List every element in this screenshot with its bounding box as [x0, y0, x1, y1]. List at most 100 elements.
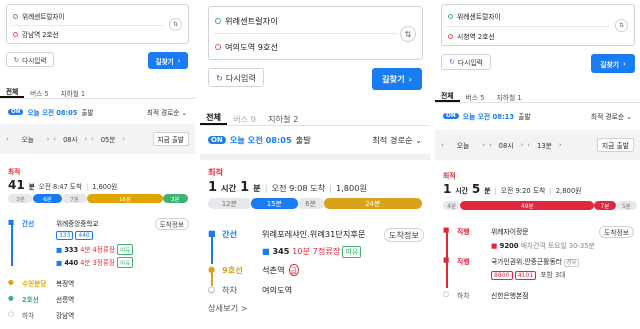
minute-select[interactable]: ‹ 05분 › — [91, 134, 125, 144]
route-panel-2: 위례센트럴자이 여의도역 9호선 ⇅ ↻ 다시입력 길찾기 › 전체 버스 0 지… — [200, 0, 430, 329]
alight-icon: ○ — [443, 290, 449, 298]
depart-now-button[interactable]: 지금 출발 — [152, 132, 189, 146]
segment-bus: 6분 — [33, 194, 62, 203]
bus-chip[interactable]: 8800 — [491, 271, 513, 280]
tab-bus[interactable]: 버스 5 — [460, 92, 491, 102]
crowd-badge: 여유 — [116, 244, 134, 255]
origin-text: 위례센트럴자이 — [225, 16, 278, 26]
hour-select[interactable]: ‹ 08시 › — [53, 134, 87, 144]
next-day-icon[interactable]: › — [482, 141, 485, 149]
chevron-down-icon: ⌄ — [626, 112, 632, 121]
on-badge[interactable]: ON — [443, 112, 459, 119]
bus-number: 345 — [272, 246, 290, 256]
reset-button[interactable]: ↻ 다시입력 — [208, 68, 264, 87]
search-route-button[interactable]: 길찾기 › — [591, 54, 635, 73]
departure-time: 오늘 오전 08:05 — [27, 109, 78, 117]
route-summary[interactable]: 최적 1 시간 1 분 | 오전 9:08 도착 | 1,800원 — [200, 166, 430, 195]
prev-day-icon[interactable]: ‹ — [6, 135, 9, 143]
sort-select[interactable]: 최적 경로순 ⌄ — [147, 107, 187, 117]
tab-all[interactable]: 전체 — [200, 111, 228, 125]
bus-eta: 4분 3정류장 — [80, 259, 115, 267]
search-route-button[interactable]: 길찾기 › — [372, 68, 422, 90]
prev-minute-icon[interactable]: ‹ — [91, 135, 94, 143]
tab-all[interactable]: 전체 — [0, 86, 25, 98]
fare: 1,800원 — [335, 183, 367, 193]
next-minute-icon[interactable]: › — [559, 141, 562, 149]
destination-dot-icon — [13, 31, 18, 37]
minute-select[interactable]: ‹ 13분 › — [527, 140, 561, 150]
destination-field[interactable]: 강남역 2호선 — [13, 28, 164, 40]
sort-select[interactable]: 최적 경로순 ⌄ — [372, 134, 422, 146]
hour-select[interactable]: ‹ 08시 › — [489, 140, 523, 150]
on-badge[interactable]: ON — [208, 136, 226, 144]
on-badge[interactable]: ON — [8, 109, 24, 115]
bus-eta: 10분 7정류장 — [292, 246, 341, 256]
leg-stop: 선릉역 — [56, 296, 75, 304]
transport-tabs: 전체 버스 0 지하철 2 — [200, 108, 430, 126]
tab-subway[interactable]: 지하철 1 — [491, 92, 528, 102]
search-route-label: 길찾기 — [382, 74, 405, 84]
day-select[interactable]: ‹ 오늘 › — [6, 134, 49, 144]
tab-bus[interactable]: 버스 5 — [24, 88, 54, 98]
next-hour-icon[interactable]: › — [521, 141, 524, 149]
segment-bundang: 16분 — [87, 194, 163, 203]
destination-field[interactable]: 시청역 2호선 — [448, 30, 610, 42]
origin-field[interactable]: 위례센트럴자이 — [448, 10, 610, 22]
destination-text: 여의도역 9호선 — [225, 42, 279, 52]
swap-icon[interactable]: ⇅ — [615, 19, 628, 32]
leg-stop: 위례자이정문 — [491, 228, 529, 236]
search-route-button[interactable]: 길찾기 › — [148, 52, 188, 69]
swap-icon[interactable]: ⇅ — [169, 18, 182, 31]
arrival-info-button[interactable]: 도착정보 — [154, 218, 189, 230]
bus-chip[interactable]: 440 — [75, 231, 93, 240]
depart-now-button[interactable]: 지금 출발 — [596, 138, 634, 152]
tab-all[interactable]: 전체 — [435, 90, 460, 102]
tab-bus[interactable]: 버스 0 — [227, 113, 262, 125]
divider-band — [200, 154, 430, 160]
bus-chip[interactable]: 333 — [56, 231, 74, 240]
reset-button[interactable]: ↻ 다시입력 — [441, 54, 491, 70]
route-summary[interactable]: 최적 1 시간 5 분 | 오전 9:20 도착 | 2,800원 — [435, 170, 640, 196]
best-route-label: 최적 — [8, 168, 21, 176]
bus-icon: ■ — [56, 259, 63, 267]
duration-minutes-unit: 분 — [484, 187, 491, 195]
prev-minute-icon[interactable]: ‹ — [527, 141, 530, 149]
bus-chip[interactable]: 4101 — [514, 271, 537, 280]
swap-icon[interactable]: ⇅ — [400, 26, 416, 42]
tab-subway[interactable]: 지하철 2 — [262, 113, 304, 125]
arrival-info-button[interactable]: 도착정보 — [383, 228, 424, 242]
sort-select[interactable]: 최적 경로순 ⌄ — [591, 111, 632, 121]
time-controls: ‹ 오늘 › ‹ 08시 › ‹ 13분 › 지금 출발 — [435, 130, 640, 160]
destination-field[interactable]: 여의도역 9호선 — [215, 40, 398, 54]
route-panel-1: 위례센트럴자이 강남역 2호선 ⇅ ↻ 다시입력 길찾기 › 전체 버스 5 지하… — [0, 0, 195, 329]
sort-label: 최적 경로순 — [372, 135, 413, 145]
prev-hour-icon[interactable]: ‹ — [53, 135, 56, 143]
origin-field[interactable]: 위례센트럴자이 — [13, 10, 164, 22]
duration-hours-unit: 시간 — [455, 187, 468, 195]
next-day-icon[interactable]: › — [47, 135, 50, 143]
route-timeline-bar: 3분 6분 7분 16분 3분 — [8, 194, 188, 203]
sort-label: 최적 경로순 — [590, 112, 625, 121]
segment-bus: 15분 — [250, 198, 298, 209]
route-summary[interactable]: 최적 41 분 오전 8:47 도착 | 1,600원 — [0, 166, 195, 192]
tab-subway[interactable]: 지하철 1 — [55, 88, 92, 98]
hour-value: 08시 — [63, 136, 78, 144]
segment-walk: 6분 — [297, 198, 324, 209]
route-timeline-bar: 4분 49분 7분 5분 — [443, 201, 637, 210]
details-link[interactable]: 상세보기 > — [208, 302, 248, 314]
arrival-info-button[interactable]: 도착정보 — [598, 226, 634, 238]
reset-label: 다시입력 — [457, 59, 483, 67]
reset-button[interactable]: ↻ 다시입력 — [6, 52, 54, 67]
origin-dot-icon — [448, 13, 453, 19]
origin-text: 위례센트럴자이 — [457, 13, 501, 21]
prev-day-icon[interactable]: ‹ — [441, 141, 444, 149]
reset-label: 다시입력 — [225, 72, 256, 83]
leg-mode: 직행 — [457, 228, 470, 236]
prev-hour-icon[interactable]: ‹ — [489, 141, 492, 149]
fare: 2,800원 — [555, 187, 582, 195]
destination-dot-icon — [215, 44, 221, 50]
next-hour-icon[interactable]: › — [85, 135, 88, 143]
origin-field[interactable]: 위례센트럴자이 — [215, 14, 398, 28]
next-minute-icon[interactable]: › — [122, 135, 125, 143]
day-select[interactable]: ‹ 오늘 › — [441, 140, 485, 150]
